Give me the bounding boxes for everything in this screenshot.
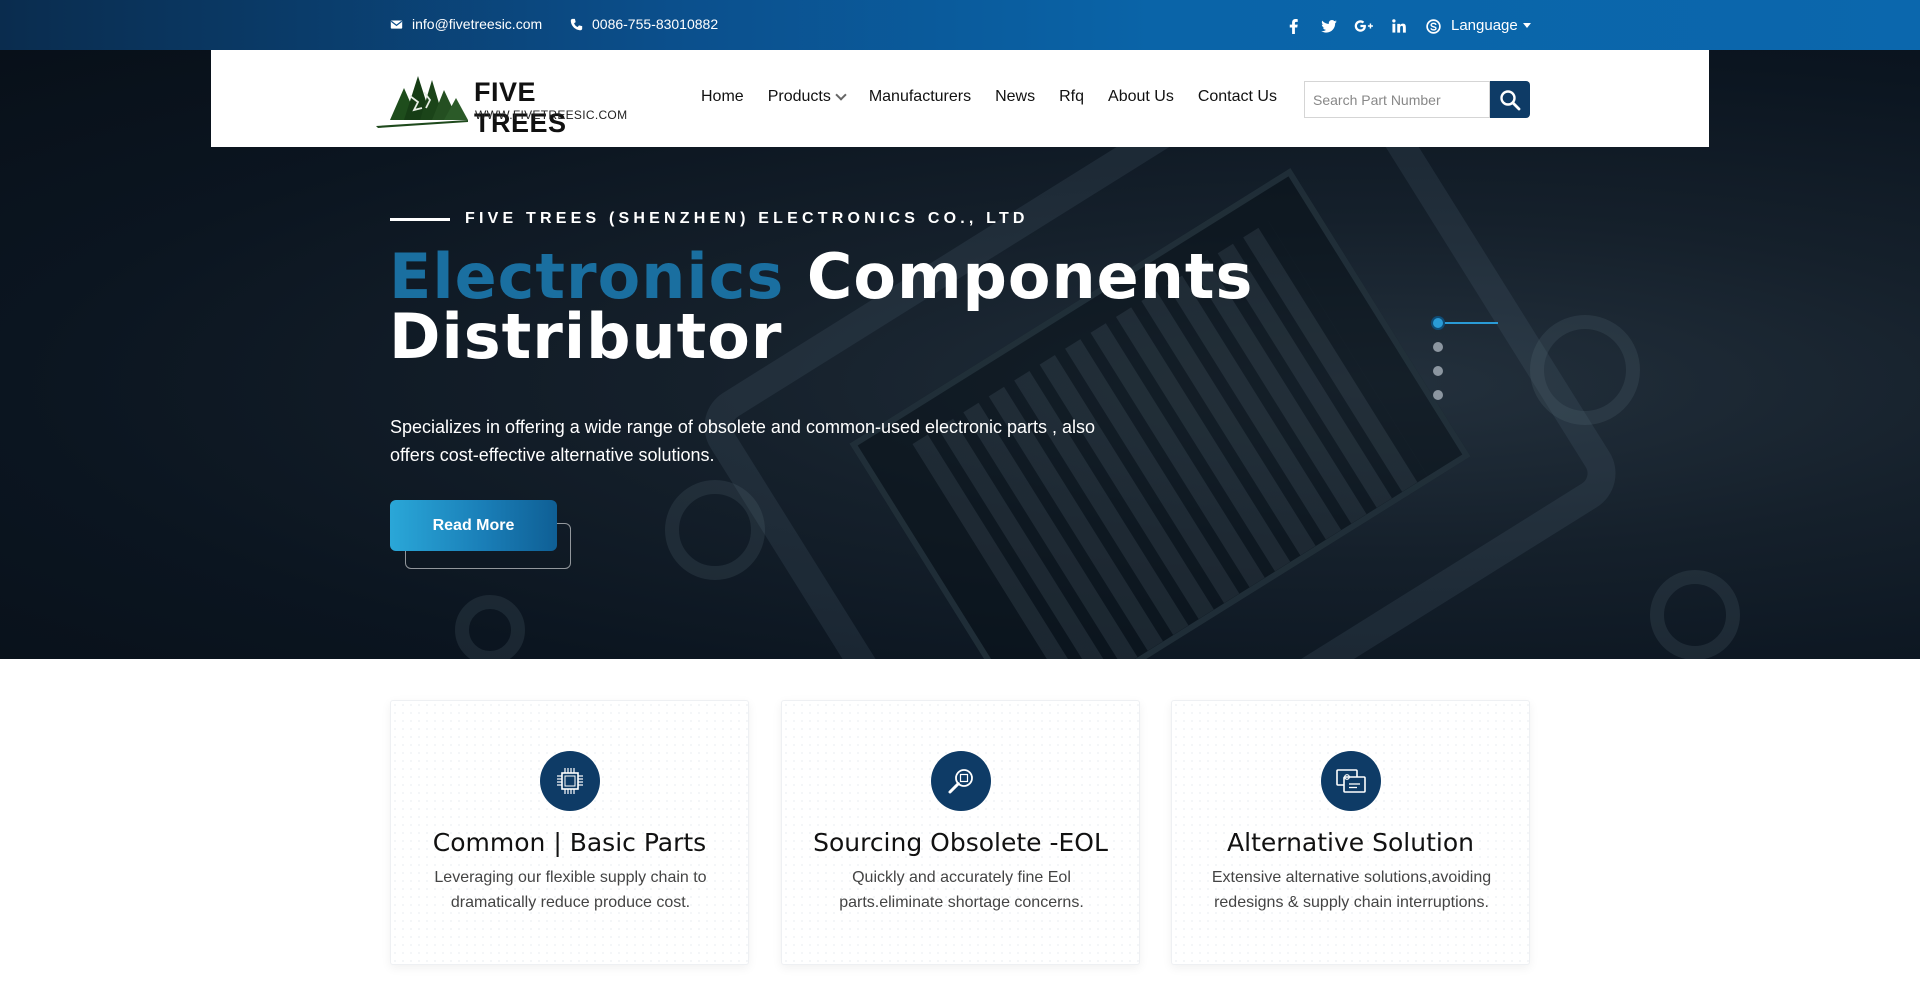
nav-home[interactable]: Home (701, 88, 744, 106)
nav-products-label: Products (767, 88, 831, 105)
feature-title: Sourcing Obsolete -EOL (813, 828, 1108, 857)
nav-about-us-label: About Us (1108, 88, 1174, 105)
email-link[interactable]: info@fivetreesic.com (390, 16, 542, 32)
pcb-ring-graphic (455, 595, 525, 659)
caret-down-icon (1522, 23, 1531, 28)
magnifier-chip-icon (931, 751, 991, 811)
language-label: Language (1451, 17, 1518, 34)
hero-headline: Electronics Components Distributor (389, 246, 1253, 368)
feature-card-sourcing-eol[interactable]: Sourcing Obsolete -EOL Quickly and accur… (781, 700, 1140, 965)
site-logo[interactable]: FIVE TREES WWW.FIVETREESIC.COM (374, 70, 630, 138)
feature-title: Alternative Solution (1227, 828, 1474, 857)
feature-text: Extensive alternative solutions,avoiding… (1211, 869, 1492, 911)
pcb-ring-graphic (665, 480, 765, 580)
nav-rfq-label: Rfq (1059, 88, 1085, 105)
email-text: info@fivetreesic.com (412, 16, 543, 32)
headline-rest: Components (784, 240, 1254, 313)
pcb-ring-graphic (1650, 570, 1740, 659)
feature-text: Leveraging our flexible supply chain to … (434, 869, 707, 911)
search-icon (1500, 89, 1521, 110)
slider-dot-1[interactable] (1433, 318, 1443, 328)
phone-link[interactable]: 0086-755-83010882 (570, 16, 718, 32)
cards-icon (1321, 751, 1381, 811)
headline-line2: Distributor (389, 300, 783, 373)
slider-dot-3[interactable] (1433, 366, 1443, 376)
nav-products[interactable]: Products (767, 88, 847, 106)
pcb-ring-graphic (1530, 315, 1640, 425)
feature-cards: Common | Basic Parts Leveraging our flex… (390, 700, 1530, 965)
feature-card-alternative-solution[interactable]: Alternative Solution Extensive alternati… (1171, 700, 1530, 965)
nav-contact-us[interactable]: Contact Us (1198, 88, 1277, 106)
phone-icon (570, 18, 583, 30)
five-trees-logo-icon (376, 76, 468, 128)
feature-title: Common | Basic Parts (432, 828, 707, 857)
hero-lead: Specializes in offering a wide range of … (390, 417, 1096, 465)
language-dropdown[interactable]: Language (1451, 17, 1531, 34)
google-plus-icon[interactable] (1346, 14, 1381, 38)
main-nav: Home Products Manufacturers News Rfq Abo… (701, 88, 1301, 106)
chevron-down-icon (835, 89, 847, 101)
envelope-icon (390, 19, 403, 29)
skype-icon[interactable] (1416, 14, 1451, 38)
feature-card-common-parts[interactable]: Common | Basic Parts Leveraging our flex… (390, 700, 749, 965)
read-more-label: Read More (432, 516, 515, 534)
nav-contact-us-label: Contact Us (1197, 88, 1277, 105)
nav-manufacturers-label: Manufacturers (868, 88, 972, 105)
feature-text: Quickly and accurately fine Eol parts.el… (839, 869, 1084, 911)
twitter-icon[interactable] (1311, 14, 1346, 38)
nav-manufacturers[interactable]: Manufacturers (869, 88, 971, 106)
logo-url: WWW.FIVETREESIC.COM (475, 108, 628, 122)
top-bar: info@fivetreesic.com 0086-755-83010882 L… (0, 0, 1920, 50)
nav-about-us[interactable]: About Us (1108, 88, 1174, 106)
slider-dot-4[interactable] (1433, 390, 1443, 400)
social-links (1276, 14, 1451, 38)
search-button[interactable] (1490, 81, 1530, 118)
linkedin-icon[interactable] (1381, 14, 1416, 38)
active-dot-line (1443, 322, 1498, 324)
company-name: FIVE TREES (SHENZHEN) ELECTRONICS CO., L… (465, 210, 1029, 227)
facebook-icon[interactable] (1276, 14, 1311, 38)
part-search (1304, 81, 1530, 118)
phone-text: 0086-755-83010882 (592, 16, 719, 32)
eyebrow-rule (390, 217, 450, 221)
chip-icon (540, 751, 600, 811)
search-input[interactable] (1304, 81, 1490, 118)
read-more-button[interactable]: Read More (390, 500, 557, 551)
nav-home-label: Home (701, 88, 744, 105)
nav-news[interactable]: News (995, 88, 1035, 106)
nav-rfq[interactable]: Rfq (1059, 88, 1084, 106)
nav-news-label: News (995, 88, 1036, 105)
hero-eyebrow: FIVE TREES (SHENZHEN) ELECTRONICS CO., L… (390, 210, 1029, 228)
slider-dot-2[interactable] (1433, 342, 1443, 352)
